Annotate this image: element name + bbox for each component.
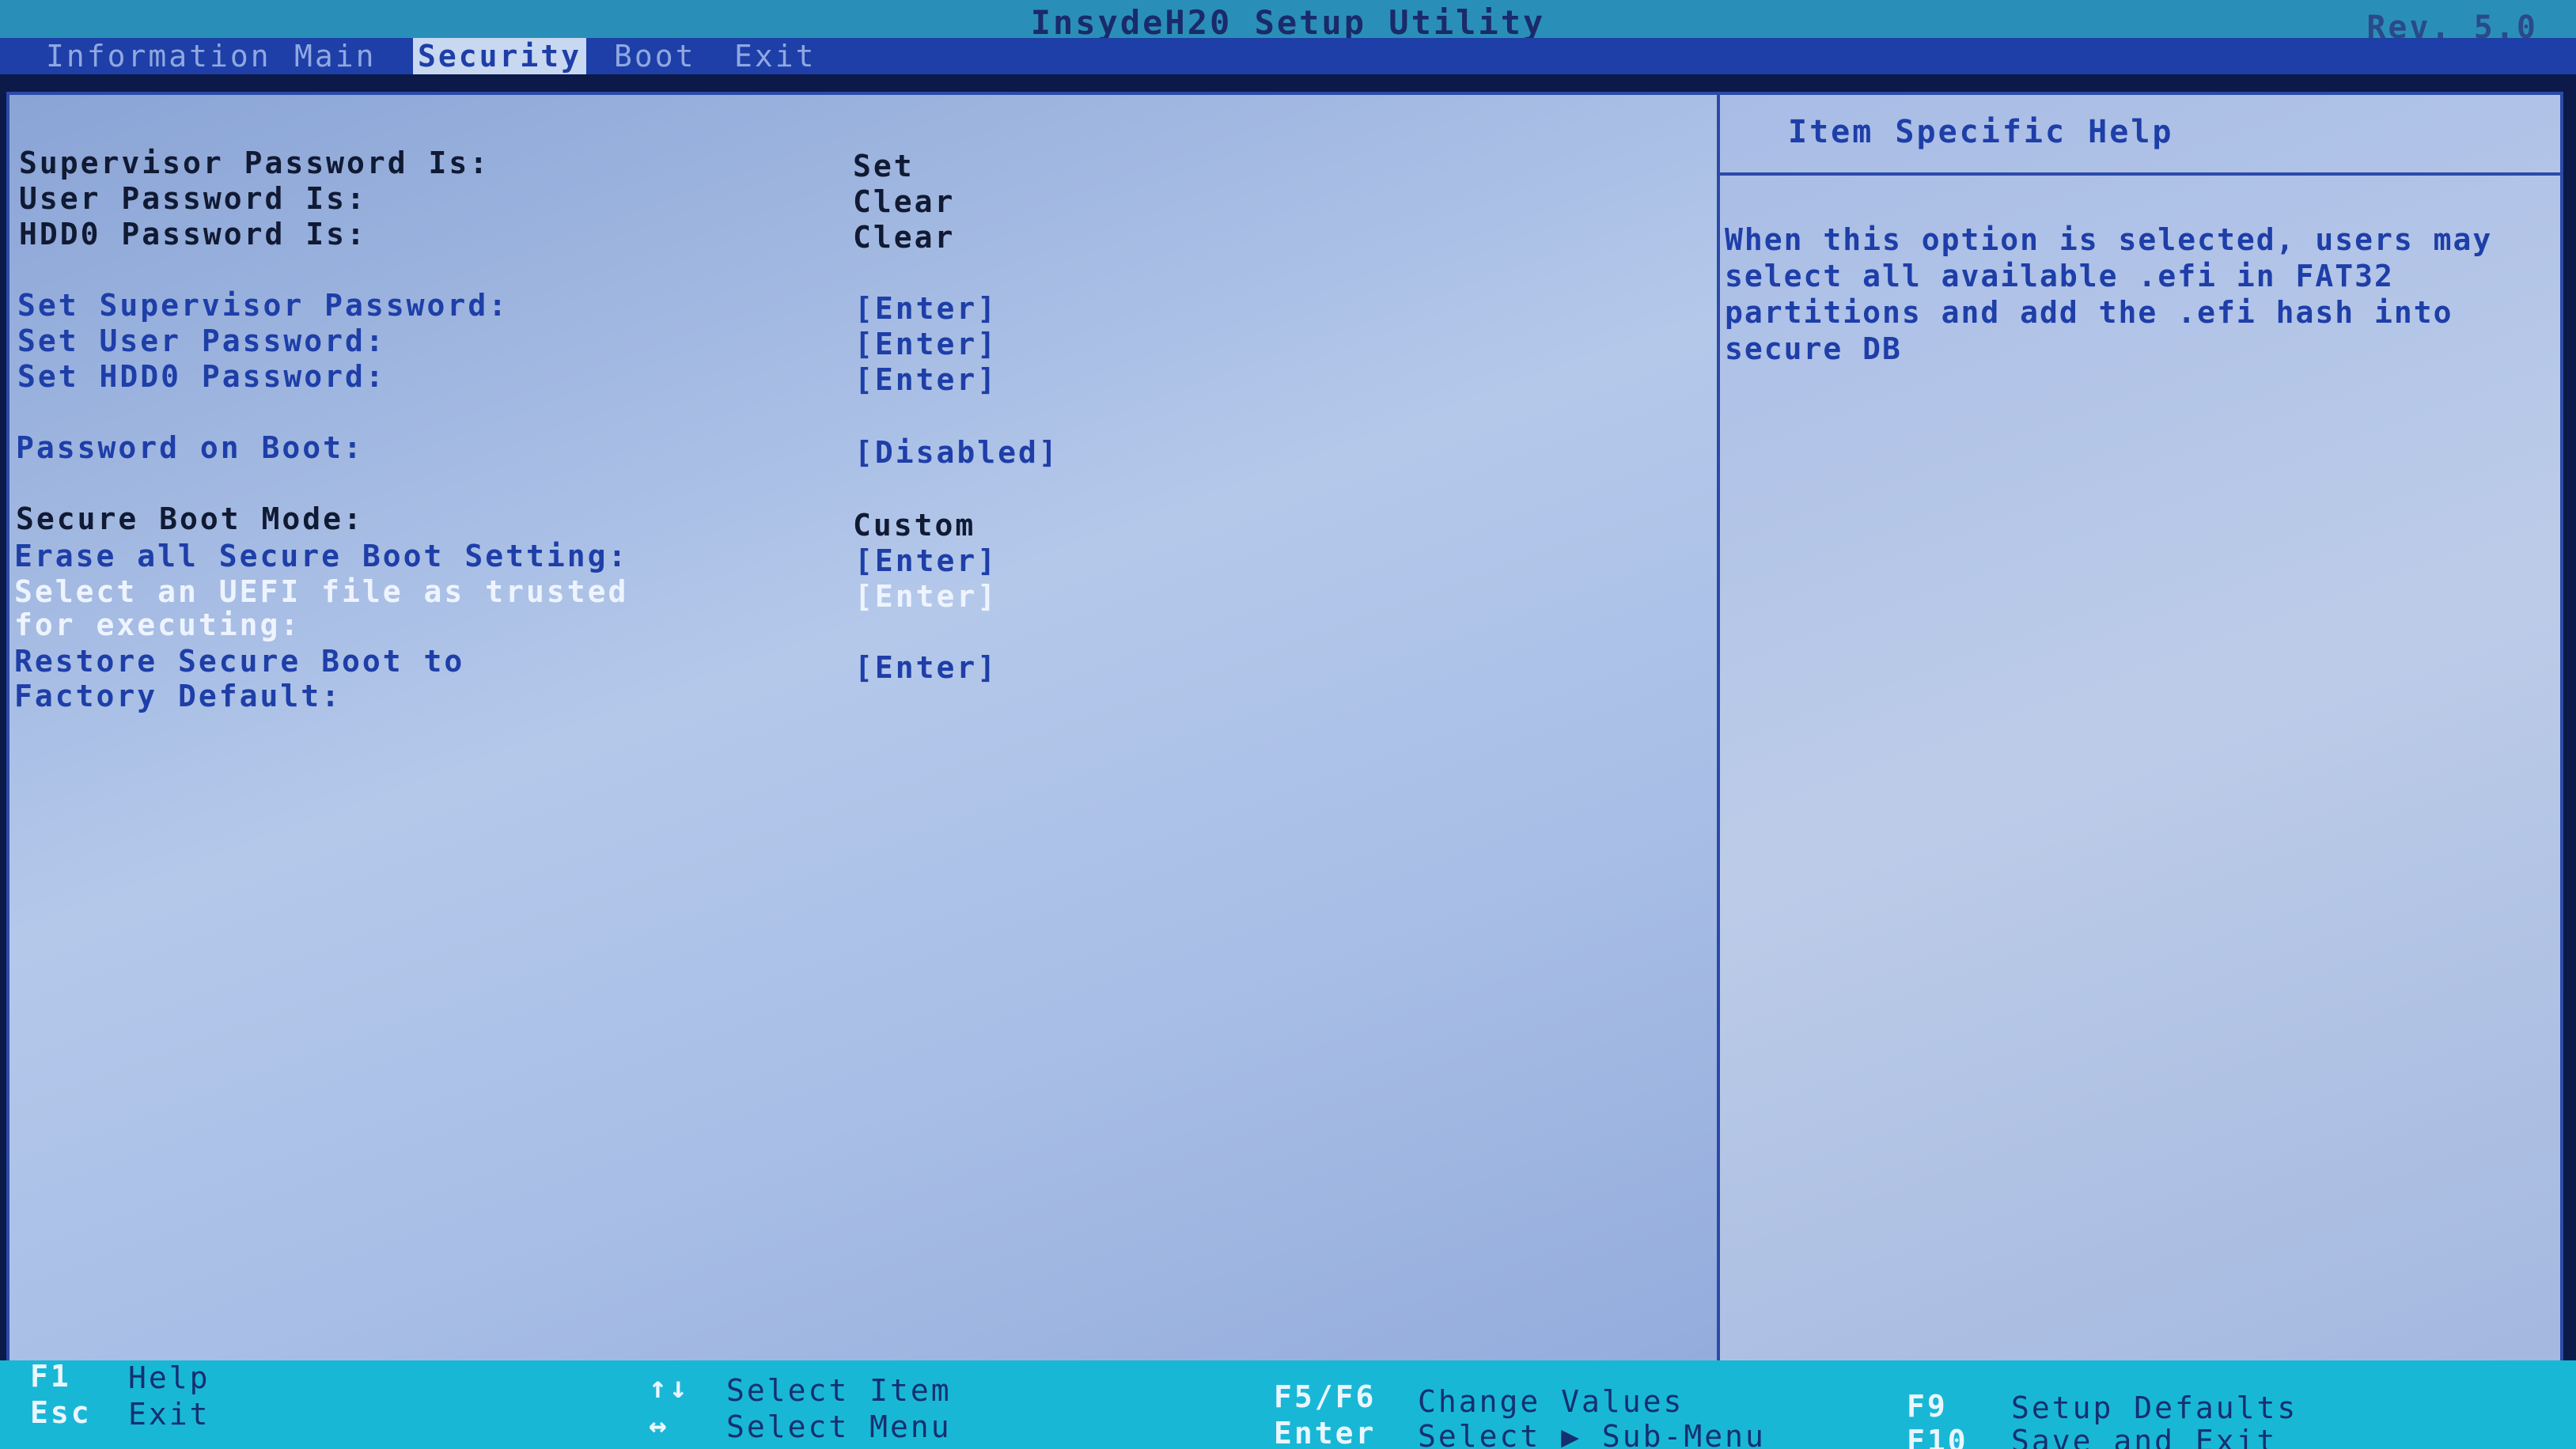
restore-secure-boot-label-line2[interactable]: Factory Default:: [14, 679, 342, 713]
hdd0-password-status-label: HDD0 Password Is:: [19, 217, 367, 252]
erase-secure-boot-button[interactable]: [Enter]: [854, 543, 998, 578]
tab-security[interactable]: Security: [413, 38, 587, 74]
set-hdd0-password-button[interactable]: [Enter]: [854, 362, 998, 397]
hdd0-password-status-value: Clear: [853, 220, 956, 255]
help-line: select all available .efi in FAT32: [1725, 259, 2394, 293]
restore-secure-boot-label-line1[interactable]: Restore Secure Boot to: [14, 644, 464, 679]
tab-main[interactable]: Main: [290, 38, 381, 74]
supervisor-password-status-value: Set: [853, 149, 915, 183]
password-on-boot-label[interactable]: Password on Boot:: [16, 430, 364, 465]
tab-exit[interactable]: Exit: [729, 38, 821, 74]
key-esc-desc: Exit: [128, 1397, 210, 1432]
set-supervisor-password-button[interactable]: [Enter]: [854, 291, 998, 326]
key-enter: Enter: [1274, 1416, 1377, 1449]
help-line: secure DB: [1725, 331, 1902, 366]
key-f10: F10: [1907, 1424, 1968, 1449]
key-enter-desc: Select ▶ Sub-Menu: [1418, 1419, 1766, 1449]
key-f1-desc: Help: [128, 1360, 210, 1395]
set-hdd0-password-label[interactable]: Set HDD0 Password:: [17, 359, 386, 394]
key-updown-desc: Select Item: [726, 1373, 952, 1408]
select-uefi-file-label-line1[interactable]: Select an UEFI file as trusted: [14, 574, 628, 609]
secure-boot-mode-label: Secure Boot Mode:: [16, 501, 364, 536]
tab-information[interactable]: Information: [41, 38, 276, 74]
updown-arrows-icon: ↑↓: [649, 1370, 690, 1405]
settings-panel: [6, 92, 1720, 1364]
help-title: Item Specific Help: [1788, 114, 2174, 150]
key-leftright-desc: Select Menu: [726, 1409, 952, 1444]
key-f9-desc: Setup Defaults: [2011, 1390, 2298, 1425]
supervisor-password-status-label: Supervisor Password Is:: [19, 146, 491, 180]
user-password-status-label: User Password Is:: [19, 181, 367, 216]
key-f5f6: F5/F6: [1274, 1379, 1377, 1414]
help-divider: [1717, 172, 2560, 176]
user-password-status-value: Clear: [853, 184, 956, 219]
erase-secure-boot-label[interactable]: Erase all Secure Boot Setting:: [14, 539, 628, 573]
menu-bar: Information Main Security Boot Exit: [0, 38, 2576, 74]
key-f1: F1: [30, 1359, 71, 1394]
set-user-password-label[interactable]: Set User Password:: [17, 323, 386, 358]
secure-boot-mode-value: Custom: [853, 508, 976, 543]
tab-boot[interactable]: Boot: [609, 38, 701, 74]
leftright-arrows-icon: ↔: [649, 1408, 669, 1443]
key-f9: F9: [1907, 1389, 1948, 1424]
key-esc: Esc: [30, 1395, 92, 1430]
app-title: InsydeH20 Setup Utility: [1030, 3, 1546, 42]
select-uefi-file-button[interactable]: [Enter]: [854, 579, 998, 614]
set-user-password-button[interactable]: [Enter]: [854, 327, 998, 361]
help-line: partitions and add the .efi hash into: [1725, 295, 2453, 330]
set-supervisor-password-label[interactable]: Set Supervisor Password:: [17, 288, 509, 323]
password-on-boot-select[interactable]: [Disabled]: [854, 435, 1059, 470]
help-line: When this option is selected, users may: [1725, 222, 2493, 257]
select-uefi-file-label-line2[interactable]: for executing:: [14, 607, 301, 642]
restore-secure-boot-button[interactable]: [Enter]: [854, 650, 998, 685]
help-text: When this option is selected, users may …: [1725, 221, 2555, 367]
key-f10-desc: Save and Exit: [2011, 1424, 2278, 1449]
key-f5f6-desc: Change Values: [1418, 1384, 1684, 1419]
